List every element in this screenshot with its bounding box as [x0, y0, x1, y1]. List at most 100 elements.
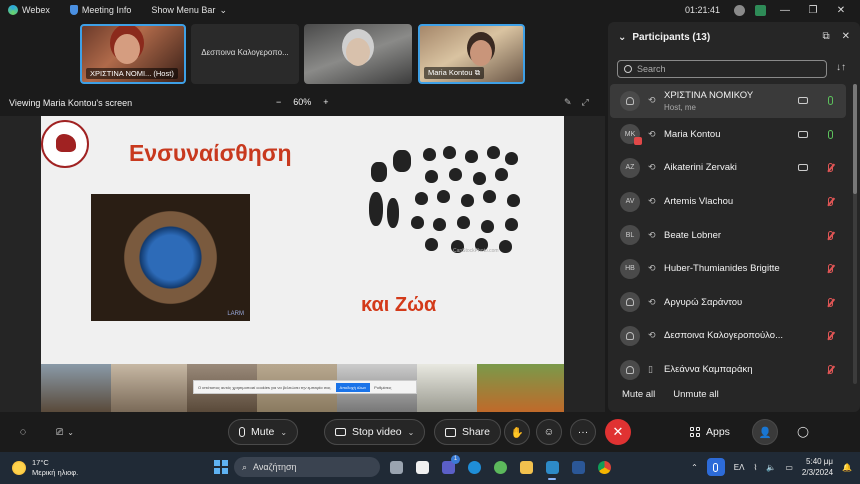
- webex-logo-icon: [8, 5, 18, 15]
- video-thumbnail-participant[interactable]: [304, 24, 412, 84]
- temperature: 17°C: [32, 458, 49, 467]
- task-view-icon[interactable]: [386, 457, 406, 477]
- slide-subtitle: και Ζώα: [361, 294, 437, 316]
- video-thumbnail-maria[interactable]: Maria Kontou ⧉: [418, 24, 525, 84]
- wifi-icon[interactable]: ⌇: [753, 463, 757, 472]
- file-explorer-icon[interactable]: [516, 457, 536, 477]
- unmute-all-button[interactable]: Unmute all: [673, 389, 718, 400]
- cookie-accept-button[interactable]: Αποδοχή όλων: [335, 382, 371, 392]
- shield-icon: [69, 5, 78, 15]
- participant-row[interactable]: ⟲ ΧΡΙΣΤΙΝΑ ΝΟΜΙΚΟΥ Host, me: [610, 84, 846, 118]
- taskbar-search-input[interactable]: ⌕ Αναζήτηση: [234, 457, 380, 477]
- apps-label: Apps: [706, 426, 730, 438]
- microphone-in-use-icon[interactable]: [706, 458, 725, 476]
- mic-on-icon[interactable]: [828, 129, 833, 139]
- raise-hand-button[interactable]: ✋: [504, 419, 530, 445]
- chevron-down-icon[interactable]: ⌄: [408, 428, 415, 437]
- zoom-out-button[interactable]: −: [276, 97, 281, 107]
- participant-row[interactable]: ⟲ Δεσποινα Καλογεροπούλο...: [610, 319, 846, 353]
- layout-icon[interactable]: ◌: [12, 419, 34, 445]
- show-menu-bar-button[interactable]: Show Menu Bar ⌄: [151, 5, 227, 16]
- sync-icon: ⟲: [648, 330, 656, 341]
- mic-muted-icon[interactable]: [828, 365, 833, 375]
- participant-row[interactable]: HB ⟲ Huber-Thumianides Brigitte: [610, 252, 846, 286]
- participant-row[interactable]: ⟲ Αργυρώ Σαράντου: [610, 286, 846, 320]
- participants-title: Participants (13): [632, 32, 711, 43]
- hand-icon: ✋: [510, 426, 524, 439]
- shared-screen[interactable]: Ενσυναίσθηση LARM CanStockPhoto.com και …: [0, 116, 605, 412]
- captions-button[interactable]: ⎚ ⌄: [48, 419, 82, 445]
- participant-row[interactable]: ▯ Ελεάννα Καμπαράκη: [610, 353, 846, 387]
- close-panel-icon[interactable]: ✕: [842, 31, 850, 42]
- stop-video-button[interactable]: Stop video ⌄: [324, 419, 426, 445]
- close-window-button[interactable]: ✕: [832, 5, 850, 16]
- presenter-badge-icon: [634, 137, 642, 146]
- video-on-icon: [798, 130, 808, 138]
- input-language[interactable]: ΕΛ: [734, 463, 745, 472]
- teams-icon[interactable]: 1: [438, 455, 460, 477]
- mic-muted-icon[interactable]: [828, 197, 833, 207]
- reactions-button[interactable]: ☺: [536, 419, 562, 445]
- windows-start-icon[interactable]: [214, 460, 228, 474]
- microphone-icon: [239, 427, 245, 437]
- chevron-up-icon[interactable]: ⌃: [691, 463, 698, 472]
- signal-strength-icon[interactable]: [755, 4, 766, 16]
- weather-widget[interactable]: 17°C Μερική ηλιοφ.: [12, 458, 78, 478]
- webex-taskbar-icon[interactable]: [542, 457, 562, 480]
- pop-out-icon[interactable]: ⧉: [822, 31, 829, 42]
- volume-icon[interactable]: 🔈: [766, 463, 776, 472]
- chat-button[interactable]: ◯: [790, 419, 816, 445]
- person-icon: [626, 96, 634, 105]
- chevron-down-icon[interactable]: ⌄: [280, 428, 287, 437]
- image-tag: LARM: [227, 311, 244, 317]
- participants-header[interactable]: ⌄ Participants (13): [618, 32, 710, 43]
- chrome-icon[interactable]: [594, 457, 614, 477]
- minimize-button[interactable]: —: [776, 5, 794, 16]
- notification-bell-icon[interactable]: 🔔: [842, 463, 852, 472]
- mic-muted-icon[interactable]: [828, 163, 833, 173]
- mute-all-button[interactable]: Mute all: [622, 389, 655, 400]
- notification-badge: 1: [451, 455, 460, 464]
- battery-icon[interactable]: ▭: [785, 463, 793, 472]
- cookie-settings-link[interactable]: Ρυθμίσεις: [374, 385, 391, 390]
- mic-muted-icon[interactable]: [828, 230, 833, 240]
- more-options-button[interactable]: ···: [570, 419, 596, 445]
- meeting-info-button[interactable]: Meeting Info: [69, 5, 131, 15]
- browser-icon[interactable]: [490, 457, 510, 477]
- chat-bubble-icon: ◯: [797, 426, 809, 438]
- mute-button[interactable]: Mute ⌄: [228, 419, 299, 445]
- fullscreen-icon[interactable]: ⤢: [582, 97, 589, 108]
- zoom-in-button[interactable]: +: [323, 97, 328, 107]
- participant-video: [346, 38, 370, 66]
- participant-row[interactable]: AV ⟲ Artemis Vlachou: [610, 185, 846, 219]
- phone-icon: ▯: [648, 364, 653, 375]
- participant-row[interactable]: AZ ⟲ Aikaterini Zervaki: [610, 151, 846, 185]
- mic-muted-icon[interactable]: [828, 331, 833, 341]
- video-thumbnail-host[interactable]: ΧΡΙΣΤΙΝΑ ΝΟΜΙ... (Host): [80, 24, 186, 84]
- viewing-bar: Viewing Maria Kontou's screen − 60% + ✎ …: [0, 95, 600, 113]
- video-thumbnail-despoina[interactable]: Δεσποινα Καλογεροπο...: [191, 24, 299, 84]
- mic-on-icon[interactable]: [828, 96, 833, 106]
- mic-muted-icon[interactable]: [828, 264, 833, 274]
- system-clock[interactable]: 5:40 μμ 2/3/2024: [802, 456, 833, 478]
- participants-toggle-button[interactable]: 👤: [752, 419, 778, 445]
- participant-row[interactable]: MK ⟲ Maria Kontou: [610, 118, 846, 152]
- word-icon[interactable]: [568, 457, 588, 477]
- apps-button[interactable]: Apps: [690, 419, 730, 445]
- store-icon[interactable]: [412, 457, 432, 477]
- restore-button[interactable]: ❐: [804, 5, 822, 16]
- sync-icon: ⟲: [648, 229, 656, 240]
- share-button[interactable]: Share: [434, 419, 502, 445]
- mic-muted-icon[interactable]: [828, 297, 833, 307]
- edge-icon[interactable]: [464, 457, 484, 477]
- annotate-icon[interactable]: ✎: [564, 97, 572, 108]
- sort-icon[interactable]: ↓↑: [836, 62, 846, 73]
- participant-row[interactable]: BL ⟲ Beate Lobner: [610, 218, 846, 252]
- network-icon[interactable]: [734, 4, 745, 16]
- meeting-control-bar: ◌ ⎚ ⌄ Mute ⌄ Stop video ⌄ Share ✋ ☺ ··· ✕…: [0, 416, 860, 448]
- end-meeting-button[interactable]: ✕: [605, 419, 631, 445]
- participant-list-scrollbar[interactable]: [853, 84, 857, 384]
- participant-search-input[interactable]: Search: [617, 60, 827, 78]
- title-bar: Webex Meeting Info Show Menu Bar ⌄ 01:21…: [0, 0, 860, 20]
- sync-icon: ⟲: [648, 263, 656, 274]
